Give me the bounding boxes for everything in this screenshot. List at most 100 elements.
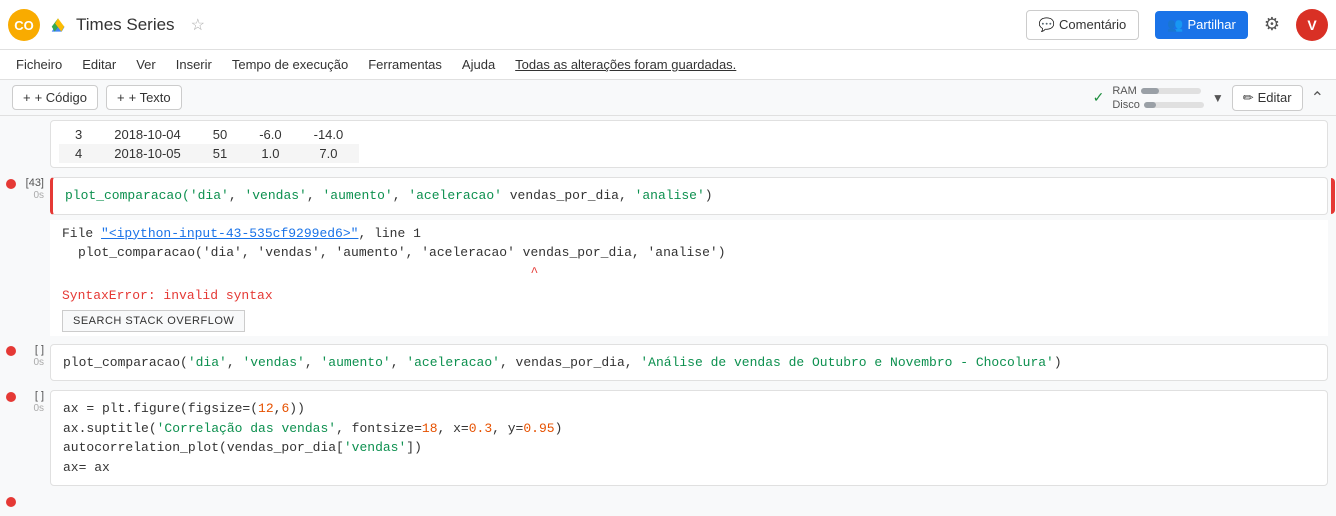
output-file-line: File "<ipython-input-43-535cf9299ed6>", …: [62, 224, 1316, 244]
cell-empty2-label: [ ]: [35, 390, 44, 402]
user-avatar[interactable]: V: [1296, 9, 1328, 41]
cell-empty1: [ ] 0s plot_comparacao('dia', 'vendas', …: [0, 340, 1336, 387]
cell-empty2-body[interactable]: ax = plt.figure(figsize=(12,6)) ax.supti…: [50, 390, 1328, 486]
add-text-label: + Texto: [129, 90, 171, 105]
plus-text-icon: +: [117, 90, 125, 105]
notebook-content: 3 2018-10-04 50 -6.0 -14.0 4 2018-10-05 …: [0, 116, 1336, 516]
drive-icon: [48, 15, 68, 35]
code-line-3: autocorrelation_plot(vendas_por_dia['ven…: [63, 438, 1315, 458]
top-bar-right: 💬 Comentário 👥 Partilhar ⚙ V: [1026, 9, 1328, 41]
output-code-echo: plot_comparacao('dia', 'vendas', 'aument…: [78, 243, 1316, 263]
table-cell-col1: 50: [197, 125, 243, 144]
menu-tempo[interactable]: Tempo de execução: [224, 53, 356, 76]
table-cell-col1: 51: [197, 144, 243, 163]
table-cell: 3 2018-10-04 50 -6.0 -14.0 4 2018-10-05 …: [0, 116, 1336, 173]
pencil-icon: ✏: [1243, 90, 1254, 106]
cell-bottom: [0, 491, 1336, 511]
table-cell-col2: 1.0: [243, 144, 297, 163]
add-code-label: + Código: [35, 90, 87, 105]
data-table: 3 2018-10-04 50 -6.0 -14.0 4 2018-10-05 …: [59, 125, 359, 163]
plus-icon: +: [23, 90, 31, 105]
cell-bottom-left: [0, 491, 50, 510]
disk-progress-fill: [1144, 102, 1156, 108]
menu-inserir[interactable]: Inserir: [168, 53, 220, 76]
code-line-2: ax.suptitle('Correlação das vendas', fon…: [63, 419, 1315, 439]
top-bar: CO Times Series ☆ 💬 Comentário 👥 Partilh…: [0, 0, 1336, 50]
ram-progress: [1141, 88, 1201, 94]
menu-ficheiro[interactable]: Ficheiro: [8, 53, 70, 76]
error-dot-4: [6, 497, 16, 507]
cell-empty1-time: 0s: [33, 357, 44, 368]
cell-43-code: plot_comparacao('dia', 'vendas', 'aument…: [65, 186, 1315, 206]
add-code-button[interactable]: + + Código: [12, 85, 98, 110]
table-row: 4 2018-10-05 51 1.0 7.0: [59, 144, 359, 163]
cell-43: [43] 0s plot_comparacao('dia', 'vendas',…: [0, 173, 1336, 220]
star-icon[interactable]: ☆: [191, 15, 205, 35]
comment-button[interactable]: 💬 Comentário: [1026, 10, 1139, 40]
disk-row: Disco: [1112, 99, 1204, 111]
notebook-title: Times Series: [76, 15, 175, 35]
menu-editar[interactable]: Editar: [74, 53, 124, 76]
menu-ferramentas[interactable]: Ferramentas: [360, 53, 450, 76]
cell-empty1-body[interactable]: plot_comparacao('dia', 'vendas', 'aument…: [50, 344, 1328, 382]
ram-label: RAM: [1112, 85, 1136, 97]
error-dot: [6, 179, 16, 189]
cell-43-left: [43] 0s: [0, 173, 50, 219]
saved-message: Todas as alterações foram guardadas.: [515, 57, 736, 72]
menu-ajuda[interactable]: Ajuda: [454, 53, 503, 76]
cell-empty1-code: plot_comparacao('dia', 'vendas', 'aument…: [63, 353, 1315, 373]
logo-area: CO Times Series ☆: [8, 9, 205, 41]
colab-logo: CO: [8, 9, 40, 41]
checkmark-icon: ✓: [1093, 89, 1105, 106]
table-cell-idx: 3: [59, 125, 98, 144]
table-cell-idx: 4: [59, 144, 98, 163]
cell-43-time: 0s: [33, 190, 44, 201]
menu-bar: Ficheiro Editar Ver Inserir Tempo de exe…: [0, 50, 1336, 80]
svg-text:CO: CO: [14, 18, 34, 33]
cell-empty1-left: [ ] 0s: [0, 340, 50, 386]
edit-label: Editar: [1258, 90, 1292, 105]
code-line-4: ax= ax: [63, 458, 1315, 478]
search-stackoverflow-button[interactable]: SEARCH STACK OVERFLOW: [62, 310, 245, 332]
table-cell-date: 2018-10-05: [98, 144, 197, 163]
disk-progress: [1144, 102, 1204, 108]
table-cell-col2: -6.0: [243, 125, 297, 144]
comment-icon: 💬: [1039, 17, 1055, 33]
edit-button[interactable]: ✏ Editar: [1232, 85, 1303, 111]
cell-empty2: [ ] 0s ax = plt.figure(figsize=(12,6)) a…: [0, 386, 1336, 491]
ram-progress-fill: [1141, 88, 1159, 94]
ipython-link[interactable]: "<ipython-input-43-535cf9299ed6>": [101, 226, 358, 241]
error-dot-2: [6, 346, 16, 356]
table-row: 3 2018-10-04 50 -6.0 -14.0: [59, 125, 359, 144]
table-cell-body: 3 2018-10-04 50 -6.0 -14.0 4 2018-10-05 …: [50, 120, 1328, 168]
chevron-down-icon[interactable]: ▼: [1212, 91, 1224, 105]
menu-ver[interactable]: Ver: [128, 53, 164, 76]
error-dot-3: [6, 392, 16, 402]
cell-43-body[interactable]: plot_comparacao('dia', 'vendas', 'aument…: [50, 177, 1328, 215]
cell-empty2-left: [ ] 0s: [0, 386, 50, 490]
share-label: Partilhar: [1187, 17, 1235, 32]
cell-43-label: [43]: [26, 177, 44, 189]
collapse-icon[interactable]: ⌃: [1311, 88, 1324, 108]
output-error-type: SyntaxError: invalid syntax: [62, 286, 1316, 306]
share-button[interactable]: 👥 Partilhar: [1155, 11, 1248, 39]
ram-row: RAM: [1112, 85, 1204, 97]
share-icon: 👥: [1167, 17, 1183, 33]
output-caret: ^: [78, 263, 1316, 283]
cell-bottom-spacer: [50, 491, 1336, 510]
table-cell-date: 2018-10-04: [98, 125, 197, 144]
add-text-button[interactable]: + + Texto: [106, 85, 182, 110]
red-bar: [1331, 178, 1335, 214]
cell-empty2-time: 0s: [33, 403, 44, 414]
cell-empty1-label: [ ]: [35, 344, 44, 356]
toolbar-right: ✓ RAM Disco ▼ ✏ Editar ⌃: [1093, 85, 1324, 111]
disk-label: Disco: [1112, 99, 1140, 111]
cell-43-output: File "<ipython-input-43-535cf9299ed6>", …: [50, 220, 1328, 336]
settings-icon[interactable]: ⚙: [1264, 14, 1280, 35]
table-cell-col3: 7.0: [298, 144, 360, 163]
table-cell-col3: -14.0: [298, 125, 360, 144]
table-cell-left: [0, 116, 50, 172]
ram-disk-container: RAM Disco: [1112, 85, 1204, 111]
comment-label: Comentário: [1059, 17, 1126, 32]
toolbar: + + Código + + Texto ✓ RAM Disco ▼ ✏ Ed: [0, 80, 1336, 116]
